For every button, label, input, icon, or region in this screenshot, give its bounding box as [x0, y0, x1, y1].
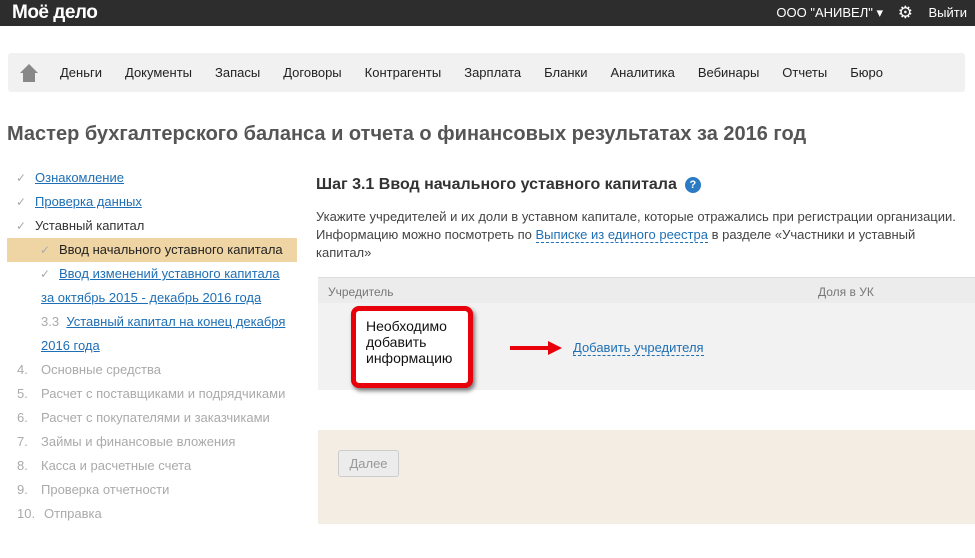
table-header: Учредитель Доля в УК: [318, 277, 975, 303]
logo[interactable]: Моё дело: [12, 2, 98, 24]
step-check-reports: Проверка отчетности: [41, 482, 170, 497]
nav-reports[interactable]: Отчеты: [782, 65, 827, 80]
step-number: 7.: [17, 434, 28, 449]
step-suppliers: Расчет с поставщиками и подрядчиками: [41, 386, 286, 401]
step-capital-changes[interactable]: Ввод изменений уставного капитала: [59, 266, 280, 281]
step-number: 9.: [17, 482, 28, 497]
step-capital: Уставный капитал: [35, 218, 145, 233]
check-icon: ✓: [39, 243, 51, 257]
nav-salary[interactable]: Зарплата: [464, 65, 521, 80]
add-founder-link[interactable]: Добавить учредителя: [573, 340, 704, 356]
step-capital-end-cont[interactable]: 2016 года: [41, 338, 100, 353]
next-button[interactable]: Далее: [338, 450, 399, 477]
nav-analytics[interactable]: Аналитика: [610, 65, 674, 80]
nav-contractors[interactable]: Контрагенты: [365, 65, 442, 80]
step-number: 8.: [17, 458, 28, 473]
registry-link[interactable]: Выписке из единого реестра: [535, 227, 708, 243]
step-number: 4.: [17, 362, 28, 377]
footer-panel: Далее: [318, 430, 975, 524]
main-content: Шаг 3.1 Ввод начального уставного капита…: [316, 176, 975, 390]
nav-bureau[interactable]: Бюро: [850, 65, 883, 80]
org-selector[interactable]: ООО "АНИВЕЛ" ▾: [776, 5, 883, 21]
column-share: Доля в УК: [818, 285, 874, 299]
column-founder: Учредитель: [328, 285, 394, 299]
home-icon[interactable]: [20, 63, 38, 82]
step-customers: Расчет с покупателями и заказчиками: [41, 410, 270, 425]
step-initial-capital[interactable]: Ввод начального уставного капитала: [59, 242, 283, 257]
check-icon: ✓: [15, 171, 27, 185]
check-icon: ✓: [39, 267, 51, 281]
help-icon[interactable]: ?: [684, 177, 701, 193]
step-capital-end[interactable]: Уставный капитал на конец декабря: [66, 314, 285, 329]
arrow-icon: [510, 341, 562, 355]
nav-forms[interactable]: Бланки: [544, 65, 587, 80]
top-bar: Моё дело ООО "АНИВЕЛ" ▾ ⚙ Выйти: [0, 0, 975, 26]
nav-contracts[interactable]: Договоры: [283, 65, 341, 80]
main-nav: Деньги Документы Запасы Договоры Контраг…: [8, 53, 965, 92]
nav-webinars[interactable]: Вебинары: [698, 65, 759, 80]
step-loans: Займы и финансовые вложения: [41, 434, 236, 449]
description: Укажите учредителей и их доли в уставном…: [316, 208, 966, 262]
page-title: Мастер бухгалтерского баланса и отчета о…: [7, 123, 807, 145]
step-fixed-assets: Основные средства: [41, 362, 161, 377]
nav-money[interactable]: Деньги: [60, 65, 102, 80]
step-cash: Касса и расчетные счета: [41, 458, 192, 473]
step-number: 10.: [17, 506, 36, 521]
step-number: 3.3: [41, 314, 60, 329]
check-icon: ✓: [15, 195, 27, 209]
step-number: 6.: [17, 410, 28, 425]
step-intro[interactable]: Ознакомление: [35, 170, 124, 185]
logout-link[interactable]: Выйти: [929, 5, 968, 20]
founders-table: Учредитель Доля в УК Необходимо добавить…: [318, 277, 975, 390]
step-capital-changes-cont[interactable]: за октябрь 2015 - декабрь 2016 года: [41, 290, 261, 305]
nav-documents[interactable]: Документы: [125, 65, 192, 80]
annotation-callout: Необходимо добавить информацию: [351, 306, 473, 388]
step-number: 5.: [17, 386, 28, 401]
step-send: Отправка: [44, 506, 102, 521]
step-heading: Шаг 3.1 Ввод начального уставного капита…: [316, 176, 677, 193]
step-data-check[interactable]: Проверка данных: [35, 194, 142, 209]
nav-stock[interactable]: Запасы: [215, 65, 260, 80]
table-body: Необходимо добавить информацию Добавить …: [318, 303, 975, 390]
wizard-steps: ✓ Ознакомление ✓ Проверка данных ✓ Уставный…: [7, 166, 297, 526]
gear-icon[interactable]: ⚙: [898, 3, 913, 23]
check-icon: ✓: [15, 219, 27, 233]
